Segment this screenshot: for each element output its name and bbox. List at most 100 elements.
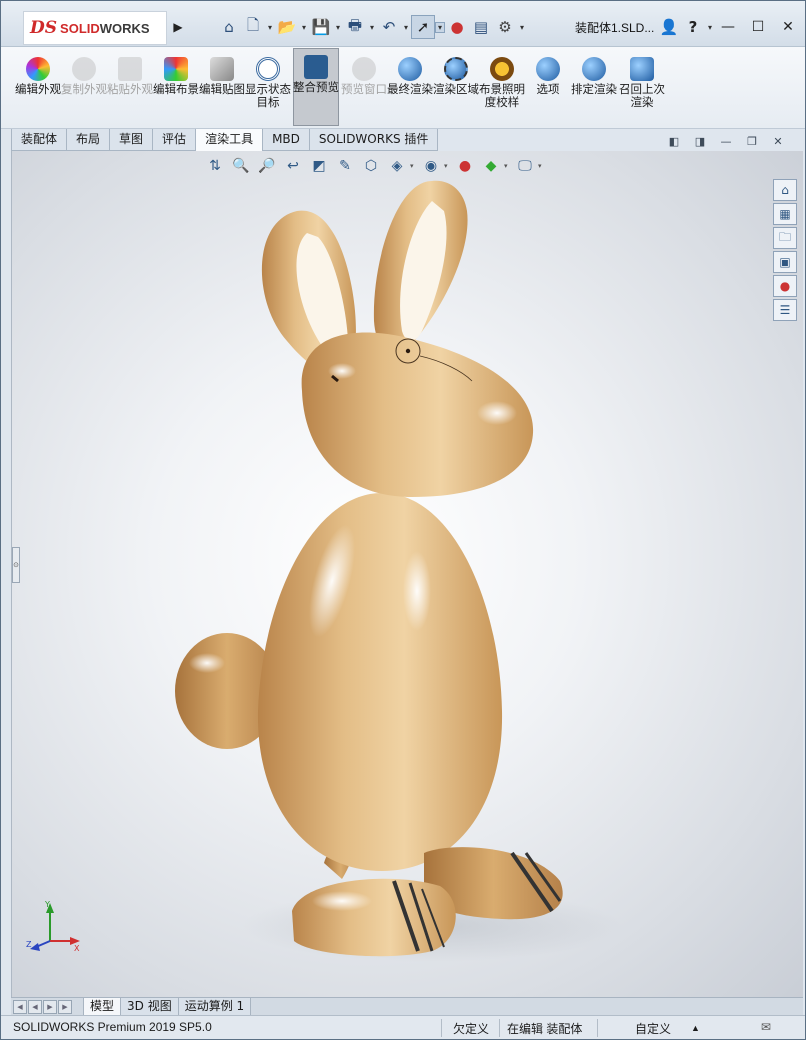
render-options-label: 选项: [536, 82, 560, 96]
open-folder-icon[interactable]: 📂: [275, 15, 299, 39]
status-bar: SOLIDWORKS Premium 2019 SP5.0 欠定义 在编辑 装配…: [1, 1015, 805, 1039]
edit-appearance-label: 编辑外观: [15, 82, 61, 96]
help-area: 👤 ? ▾: [657, 15, 715, 39]
paste-appearance-label: 粘贴外观: [107, 82, 153, 96]
edit-appearance-button[interactable]: 编辑外观: [15, 51, 61, 127]
display-state-target-button[interactable]: 显示状态目标: [245, 51, 291, 127]
edit-decal-icon: [210, 57, 234, 81]
tab-scroll-arrows: ◀ ◀ ▶ ▶: [13, 999, 73, 1014]
edit-decal-button[interactable]: 编辑贴图: [199, 51, 245, 127]
select-pointer-icon[interactable]: ➚: [411, 15, 435, 39]
options-dropdown-icon[interactable]: ▾: [517, 23, 527, 32]
graphics-area[interactable]: ⇅ 🔍 🔎 ↩ ◩ ✎ ⬡ ◈ ▾ ◉ ▾ ● ◆ ▾ 🖵 ▾ ⌂ ▦ 🗀 ▣ …: [11, 151, 803, 997]
tab-sketch[interactable]: 草图: [109, 129, 154, 151]
undo-icon[interactable]: ↶: [377, 15, 401, 39]
quick-access-toolbar: ⌂ 🗋 ▾ 📂 ▾ 💾 ▾ 🖶 ▾ ↶ ▾ ➚ ▾ ● ▤ ⚙ ▾: [217, 15, 527, 39]
first-tab-arrow-icon[interactable]: ◀: [13, 999, 27, 1014]
document-title: 装配体1.SLD...: [575, 21, 655, 35]
close-button[interactable]: ✕: [773, 19, 803, 35]
menu-flyout-arrow-icon[interactable]: ▶: [169, 13, 187, 41]
tab-layout[interactable]: 布局: [66, 129, 111, 151]
integrated-preview-icon: [304, 55, 328, 79]
open-dropdown-icon[interactable]: ▾: [299, 23, 309, 32]
status-units[interactable]: 自定义: [635, 1020, 671, 1037]
schedule-render-icon: [582, 57, 606, 81]
copy-appearance-button[interactable]: 复制外观: [61, 51, 107, 127]
tab-render-tools[interactable]: 渲染工具: [195, 129, 264, 151]
status-editing: 在编辑 装配体: [507, 1022, 583, 1036]
scene-illumination-proof-icon: [490, 57, 514, 81]
edit-appearance-icon: [26, 57, 50, 81]
preview-window-label: 预览窗口: [341, 82, 387, 96]
tab-mbd[interactable]: MBD: [262, 129, 310, 151]
copy-appearance-icon: [72, 57, 96, 81]
tab-solidworks-addins[interactable]: SOLIDWORKS 插件: [308, 129, 439, 151]
options-gear-icon[interactable]: ⚙: [493, 15, 517, 39]
display-state-target-label: 显示状态目标: [245, 82, 291, 109]
status-divider: [499, 1019, 500, 1037]
schedule-render-button[interactable]: 排定渲染: [571, 51, 617, 127]
paste-appearance-button[interactable]: 粘贴外观: [107, 51, 153, 127]
render-region-icon: [444, 57, 468, 81]
status-divider: [441, 1019, 442, 1037]
print-dropdown-icon[interactable]: ▾: [367, 23, 377, 32]
tab-motion-study-1[interactable]: 运动算例 1: [177, 997, 252, 1016]
integrated-preview-button[interactable]: 整合预览: [293, 48, 339, 126]
final-render-button[interactable]: 最终渲染: [387, 51, 433, 127]
last-tab-arrow-icon[interactable]: ▶: [58, 999, 72, 1014]
prev-tab-arrow-icon[interactable]: ◀: [28, 999, 42, 1014]
rendered-bunny-model[interactable]: [12, 151, 803, 997]
units-arrow-icon[interactable]: ▲: [691, 1023, 700, 1033]
triad-z-label: Z: [26, 940, 32, 949]
edit-scene-icon: [164, 57, 188, 81]
help-icon[interactable]: ?: [681, 15, 705, 39]
tab-evaluate[interactable]: 评估: [152, 129, 197, 151]
edit-decal-label: 编辑贴图: [199, 82, 245, 96]
render-region-label: 渲染区域: [433, 82, 479, 96]
select-dropdown-icon[interactable]: ▾: [435, 21, 445, 33]
command-manager: 编辑外观 复制外观 粘贴外观 编辑布景 编辑贴图 显示状态目标 整合预览 预览窗…: [1, 47, 805, 129]
final-render-icon: [398, 57, 422, 81]
rebuild-traffic-light-icon[interactable]: ●: [445, 15, 469, 39]
tab-model[interactable]: 模型: [83, 997, 122, 1016]
home-icon[interactable]: ⌂: [217, 15, 241, 39]
copy-appearance-label: 复制外观: [61, 82, 107, 96]
title-bar: DS SOLID WORKS ▶ ⌂ 🗋 ▾ 📂 ▾ 💾 ▾ 🖶 ▾ ↶ ▾ ➚ …: [1, 1, 805, 47]
status-options-icon[interactable]: ✉: [761, 1020, 771, 1034]
file-properties-icon[interactable]: ▤: [469, 15, 493, 39]
save-dropdown-icon[interactable]: ▾: [333, 23, 343, 32]
status-definition: 欠定义: [453, 1022, 490, 1036]
recall-last-render-button[interactable]: 召回上次渲染: [617, 51, 667, 127]
new-document-icon[interactable]: 🗋: [241, 15, 265, 39]
triad-y-label: Y: [44, 900, 50, 909]
render-options-button[interactable]: 选项: [525, 51, 571, 127]
maximize-button[interactable]: ☐: [743, 19, 773, 35]
triad-x-label: X: [74, 944, 80, 953]
final-render-label: 最终渲染: [387, 82, 433, 96]
preview-window-icon: [352, 57, 376, 81]
minimize-button[interactable]: —: [713, 19, 743, 35]
tab-assembly[interactable]: 装配体: [11, 129, 68, 151]
paste-appearance-icon: [118, 57, 142, 81]
print-icon[interactable]: 🖶: [343, 15, 367, 39]
render-options-icon: [536, 57, 560, 81]
scene-illumination-proof-button[interactable]: 布景照明度校样: [479, 51, 525, 127]
logo-brand-part-a: SOLID: [60, 20, 100, 36]
undo-dropdown-icon[interactable]: ▾: [401, 23, 411, 32]
solidworks-window: DS SOLID WORKS ▶ ⌂ 🗋 ▾ 📂 ▾ 💾 ▾ 🖶 ▾ ↶ ▾ ➚ …: [0, 0, 806, 1040]
render-region-button[interactable]: 渲染区域: [433, 51, 479, 127]
bottom-tab-bar: ◀ ◀ ▶ ▶ 模型 3D 视图 运动算例 1: [11, 997, 803, 1016]
new-dropdown-icon[interactable]: ▾: [265, 23, 275, 32]
status-divider: [597, 1019, 598, 1037]
window-controls: — ☐ ✕: [713, 15, 803, 39]
user-icon[interactable]: 👤: [657, 15, 681, 39]
tab-3d-view[interactable]: 3D 视图: [120, 997, 179, 1016]
schedule-render-label: 排定渲染: [571, 82, 617, 96]
save-icon[interactable]: 💾: [309, 15, 333, 39]
solidworks-logo[interactable]: DS SOLID WORKS: [23, 11, 167, 45]
recall-last-render-label: 召回上次渲染: [619, 82, 665, 109]
status-product: SOLIDWORKS Premium 2019 SP5.0: [13, 1020, 212, 1034]
preview-window-button[interactable]: 预览窗口: [341, 51, 387, 127]
next-tab-arrow-icon[interactable]: ▶: [43, 999, 57, 1014]
edit-scene-button[interactable]: 编辑布景: [153, 51, 199, 127]
